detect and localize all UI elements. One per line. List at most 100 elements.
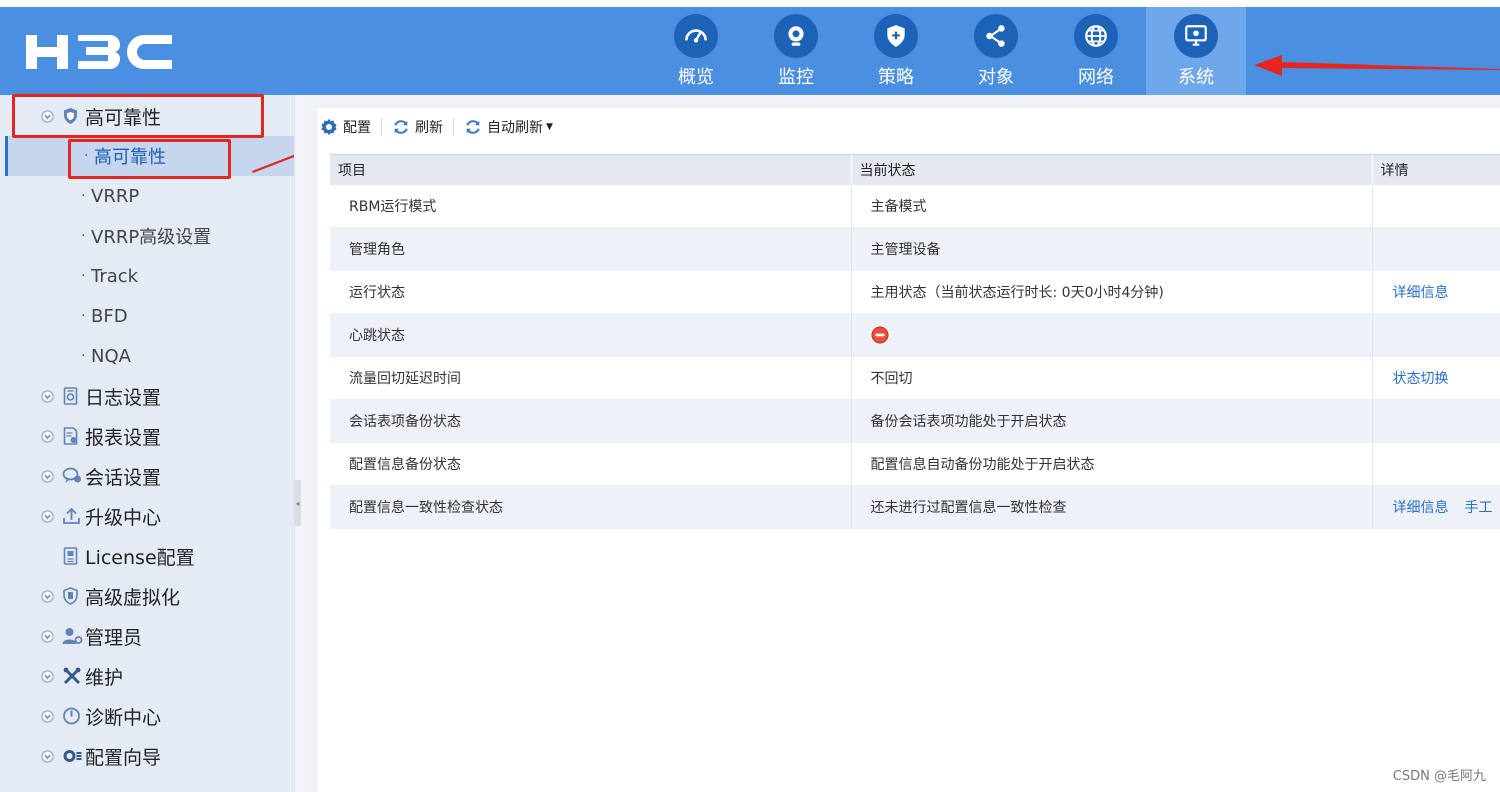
sidebar-group-high-availability[interactable]: 高可靠性 — [0, 96, 294, 136]
chevron-circle-icon[interactable] — [41, 389, 54, 403]
nav-label: 系统 — [1178, 67, 1214, 88]
sidebar-group-label: 高可靠性 — [85, 106, 162, 129]
detail-info-link[interactable]: 详细信息 — [1393, 500, 1449, 516]
item-cell: 运行状态 — [330, 270, 852, 314]
license-icon — [63, 547, 78, 565]
item-cell: 心跳状态 — [330, 313, 852, 357]
switch-state-link[interactable]: 状态切换 — [1393, 371, 1449, 387]
diagnosis-icon — [63, 707, 80, 725]
sidebar-splitter[interactable] — [294, 95, 304, 792]
detail-cell — [1372, 442, 1500, 486]
chevron-circle-icon[interactable] — [41, 509, 54, 523]
collapse-handle[interactable]: ◂ — [294, 480, 301, 526]
shield-icon — [887, 25, 905, 47]
sidebar-group-admin[interactable]: 管理员 — [0, 616, 294, 656]
sidebar-group-wizard[interactable]: 配置向导 — [0, 736, 294, 776]
report-icon — [63, 427, 78, 445]
nav-label: 概览 — [678, 67, 714, 88]
detail-cell: 状态切换 — [1372, 356, 1500, 400]
detail-cell: 详细信息 — [1372, 270, 1500, 314]
sidebar-item-label: 高可靠性 — [94, 147, 166, 168]
sidebar-group-label: 会话设置 — [85, 466, 162, 489]
status-cell: 主用状态（当前状态运行时长: 0天0小时4分钟) — [851, 270, 1373, 314]
status-cell: 主管理设备 — [851, 227, 1373, 271]
column-header: 项目 — [330, 154, 852, 185]
chevron-circle-icon[interactable] — [41, 469, 54, 483]
nav-object[interactable]: 对象 — [946, 7, 1046, 95]
sidebar-group-report[interactable]: 报表设置 — [0, 416, 294, 456]
annotation-arrow — [1254, 55, 1500, 76]
table-row: 心跳状态 — [330, 313, 1500, 357]
column-header: 详情 — [1372, 154, 1500, 185]
chevron-circle-icon[interactable] — [41, 749, 54, 763]
status-cell — [851, 313, 1373, 357]
sidebar-group-virtualization[interactable]: 高级虚拟化 — [0, 576, 294, 616]
refresh-icon — [394, 120, 408, 134]
wizard-icon — [63, 750, 82, 762]
sidebar-group-diagnosis[interactable]: 诊断中心 — [0, 696, 294, 736]
status-cell: 不回切 — [851, 356, 1373, 400]
nav-policy[interactable]: 策略 — [846, 7, 946, 95]
detail-cell — [1372, 185, 1500, 228]
h3c-logo[interactable] — [24, 27, 174, 77]
sidebar-item-bfd[interactable]: · BFD — [5, 296, 294, 336]
nav-overview[interactable]: 概览 — [646, 7, 746, 95]
chevron-circle-icon[interactable] — [41, 589, 54, 603]
status-cell: 主备模式 — [851, 185, 1373, 228]
shield-icon — [64, 108, 77, 124]
auto-refresh-dropdown[interactable]: 自动刷新 ▼ — [464, 117, 553, 137]
status-table: 项目 当前状态 详情 RBM运行模式 主备模式 管理角色 主管理设备 运行状态 … — [330, 154, 1500, 529]
sidebar-item-nqa[interactable]: · NQA — [5, 336, 294, 376]
item-cell: 配置信息备份状态 — [330, 442, 852, 486]
log-icon — [63, 387, 78, 405]
sidebar-group-maintenance[interactable]: 维护 — [0, 656, 294, 696]
status-cell: 备份会话表项功能处于开启状态 — [851, 399, 1373, 443]
refresh-button[interactable]: 刷新 — [392, 117, 443, 137]
item-cell: 会话表项备份状态 — [330, 399, 852, 443]
sidebar-item-vrrp-advanced[interactable]: · VRRP高级设置 — [5, 216, 294, 256]
error-icon — [871, 326, 888, 344]
top-header: 概览 监控 策略 对象 网络 系统 — [0, 7, 1500, 95]
chevron-circle-icon[interactable] — [41, 669, 54, 683]
nav-monitor[interactable]: 监控 — [746, 7, 846, 95]
sidebar-group-license[interactable]: License配置 — [0, 536, 294, 576]
sidebar-group-label: 高级虚拟化 — [85, 586, 181, 609]
sidebar-group-label: 诊断中心 — [85, 706, 162, 729]
status-cell: 还未进行过配置信息一致性检查 — [851, 485, 1373, 529]
table-header-row: 项目 当前状态 详情 — [330, 154, 1500, 185]
sidebar-group-label: 升级中心 — [85, 506, 162, 529]
nav-network[interactable]: 网络 — [1046, 7, 1146, 95]
nav-system[interactable]: 系统 — [1146, 7, 1246, 95]
status-cell: 配置信息自动备份功能处于开启状态 — [851, 442, 1373, 486]
sidebar-group-session[interactable]: 会话设置 — [0, 456, 294, 496]
sidebar-group-label: 配置向导 — [85, 746, 162, 769]
config-button[interactable]: 配置 — [320, 117, 371, 137]
chevron-circle-icon[interactable] — [41, 429, 54, 443]
chevron-circle-icon[interactable] — [41, 109, 54, 123]
table-row: 运行状态 主用状态（当前状态运行时长: 0天0小时4分钟) 详细信息 — [330, 270, 1500, 314]
table-row: 流量回切延迟时间 不回切 状态切换 — [330, 356, 1500, 400]
sidebar-item-label: VRRP高级设置 — [91, 227, 212, 248]
nav-label: 策略 — [878, 67, 914, 88]
sidebar-item-track[interactable]: · Track — [5, 256, 294, 296]
sidebar-item-label: Track — [91, 265, 139, 287]
table-row: 会话表项备份状态 备份会话表项功能处于开启状态 — [330, 399, 1500, 443]
chevron-circle-icon[interactable] — [41, 709, 54, 723]
sidebar-group-upgrade[interactable]: 升级中心 — [0, 496, 294, 536]
camera-icon — [788, 26, 804, 46]
sidebar-item-vrrp[interactable]: · VRRP — [5, 176, 294, 216]
manual-check-link[interactable]: 手工 — [1465, 500, 1493, 516]
gear-icon — [321, 118, 337, 136]
chevron-circle-icon[interactable] — [41, 629, 54, 643]
share-icon — [986, 25, 1005, 47]
sidebar-item-label: VRRP — [91, 185, 140, 207]
item-cell: 管理角色 — [330, 227, 852, 271]
toolbar: 配置 刷新 自动刷新 ▼ — [320, 114, 563, 140]
globe-icon — [1085, 25, 1107, 47]
detail-info-link[interactable]: 详细信息 — [1393, 285, 1449, 301]
top-strip — [0, 0, 1500, 7]
sidebar-group-log[interactable]: 日志设置 — [0, 376, 294, 416]
monitor-icon — [1185, 25, 1207, 46]
config-label: 配置 — [343, 120, 371, 136]
table-row: 配置信息一致性检查状态 还未进行过配置信息一致性检查 详细信息 手工 — [330, 485, 1500, 529]
